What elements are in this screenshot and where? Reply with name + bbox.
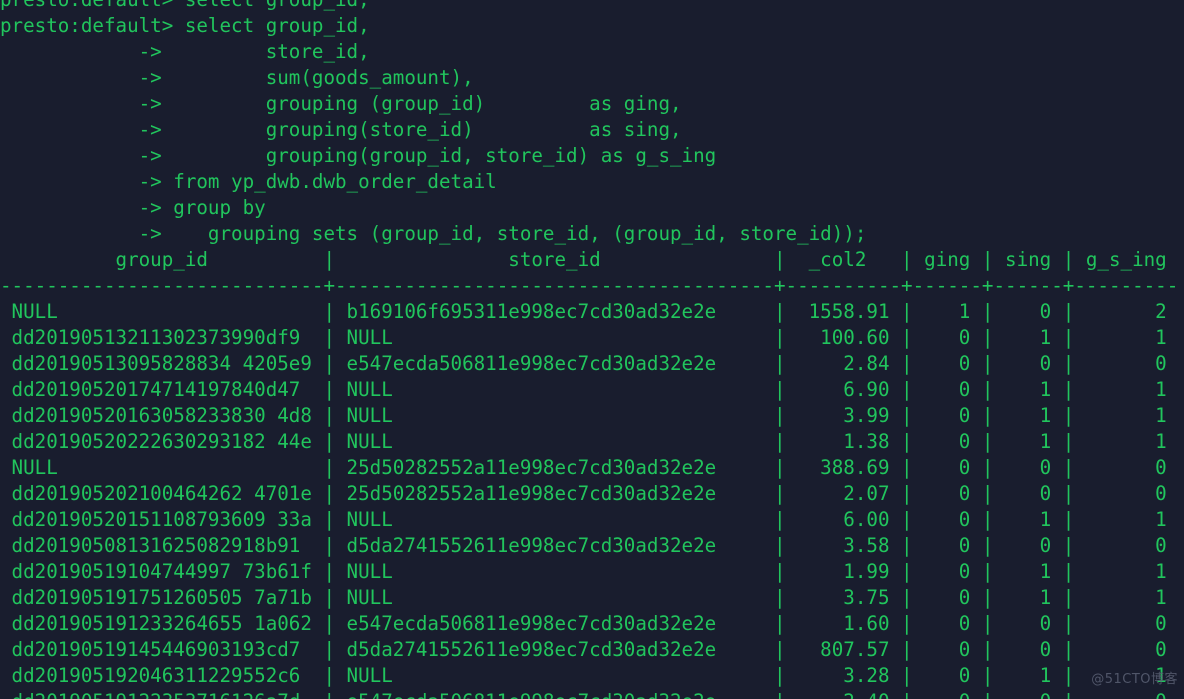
query-line-6: -> from yp_dwb.dwb_order_detail bbox=[0, 170, 497, 193]
result-row: dd20190519122353716126a7d | e547ecda5068… bbox=[0, 689, 1184, 699]
terminal-window[interactable]: presto:default> select group_id,presto:d… bbox=[0, 0, 1184, 699]
result-row: dd20190520222630293182 44e | NULL | 1.38… bbox=[0, 430, 1179, 453]
query-line-5: -> grouping(group_id, store_id) as g_s_i… bbox=[0, 144, 717, 167]
result-row: dd20190520163058233830 4d8 | NULL | 3.99… bbox=[0, 404, 1179, 427]
result-row: dd201905191233264655 1a062 | e547ecda506… bbox=[0, 612, 1179, 635]
query-line-1: -> store_id, bbox=[0, 40, 370, 63]
result-row: dd20190520174714197840d47 | NULL | 6.90 … bbox=[0, 378, 1179, 401]
result-row: dd201905192046311229552c6 | NULL | 3.28 … bbox=[0, 664, 1179, 687]
result-row: dd20190513211302373990df9 | NULL | 100.6… bbox=[0, 326, 1179, 349]
query-line-0: presto:default> select group_id, bbox=[0, 14, 370, 37]
query-line-2: -> sum(goods_amount), bbox=[0, 66, 474, 89]
result-row: dd20190508131625082918b91 | d5da27415526… bbox=[0, 534, 1179, 557]
terminal-output: presto:default> select group_id,presto:d… bbox=[0, 0, 1184, 699]
terminal-line-clipped: presto:default> select group_id, bbox=[0, 0, 1184, 13]
result-row: NULL | b169106f695311e998ec7cd30ad32e2e … bbox=[0, 300, 1179, 323]
result-row: NULL | 25d50282552a11e998ec7cd30ad32e2e … bbox=[0, 456, 1179, 479]
result-row: dd20190519104744997 73b61f | NULL | 1.99… bbox=[0, 560, 1179, 583]
query-line-3: -> grouping (group_id) as ging, bbox=[0, 92, 682, 115]
result-row: dd20190519145446903193cd7 | d5da27415526… bbox=[0, 638, 1179, 661]
result-row: dd20190520151108793609 33a | NULL | 6.00… bbox=[0, 508, 1179, 531]
result-row: dd201905202100464262 4701e | 25d50282552… bbox=[0, 482, 1179, 505]
result-header-row: group_id | store_id | _col2 | ging | sin… bbox=[0, 248, 1179, 271]
result-row: dd201905191751260505 7a71b | NULL | 3.75… bbox=[0, 586, 1179, 609]
query-line-7: -> group by bbox=[0, 196, 266, 219]
result-separator-row: ----------------------------+-----------… bbox=[0, 274, 1179, 297]
result-row: dd20190513095828834 4205e9 | e547ecda506… bbox=[0, 352, 1179, 375]
query-line-4: -> grouping(store_id) as sing, bbox=[0, 118, 682, 141]
query-line-8: -> grouping sets (group_id, store_id, (g… bbox=[0, 222, 867, 245]
